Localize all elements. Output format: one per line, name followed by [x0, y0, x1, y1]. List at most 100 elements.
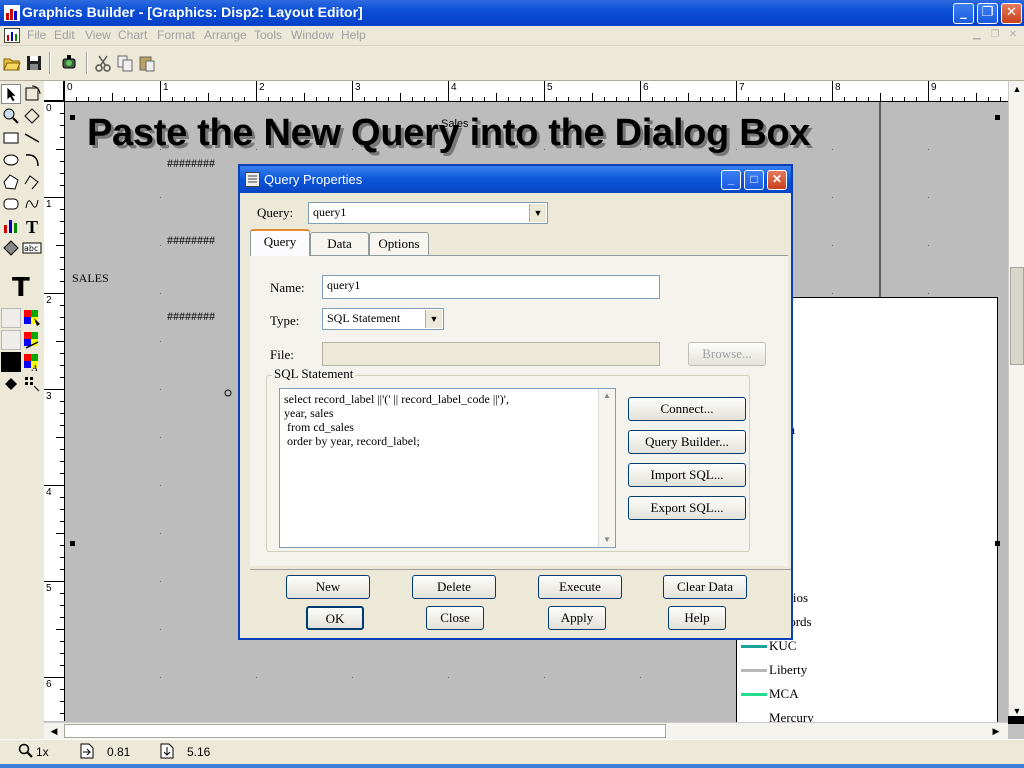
y-position-icon [160, 743, 174, 759]
menu-format[interactable]: Format [157, 28, 195, 42]
app-icon [4, 5, 20, 21]
hash-label: ######## [167, 156, 215, 170]
scroll-up-arrow[interactable]: ▲ [1009, 81, 1024, 97]
mdi-close-button[interactable]: ✕ [1006, 29, 1020, 41]
apply-button[interactable]: Apply [548, 606, 606, 630]
text-tool-icon[interactable]: T [22, 216, 42, 236]
minimize-button[interactable]: _ [953, 3, 974, 24]
name-input[interactable]: query1 [322, 275, 660, 299]
sql-textarea[interactable]: select record_label ||'(' || record_labe… [279, 388, 616, 548]
tab-options[interactable]: Options [369, 232, 429, 255]
horizontal-ruler: 0 1 2 3 4 5 6 7 8 9 [64, 81, 1008, 102]
tab-query[interactable]: Query [250, 229, 310, 256]
tab-data[interactable]: Data [310, 232, 369, 255]
paste-icon[interactable] [138, 54, 156, 72]
polyline-tool-icon[interactable] [22, 172, 42, 192]
scroll-left-arrow[interactable]: ◀ [46, 723, 62, 739]
slide-title[interactable]: Paste the New Query into the Dialog Box [87, 112, 810, 155]
chart-tool-icon[interactable] [1, 216, 21, 236]
import-sql-button[interactable]: Import SQL... [628, 463, 746, 487]
symbol-tool-icon[interactable] [1, 238, 21, 258]
pattern-grid-icon[interactable] [22, 374, 42, 394]
menu-arrange[interactable]: Arrange [204, 28, 247, 42]
export-sql-button[interactable]: Export SQL... [628, 496, 746, 520]
file-input[interactable] [322, 342, 660, 366]
arc-tool-icon[interactable] [22, 150, 42, 170]
connect-button[interactable]: Connect... [628, 397, 746, 421]
menu-window[interactable]: Window [291, 28, 334, 42]
hash-label: ######## [167, 309, 215, 323]
vertical-scroll-thumb[interactable] [1010, 267, 1024, 365]
zoom-level: 1x [36, 745, 49, 759]
ruler-label: 8 [835, 82, 841, 93]
rotate-tool-icon[interactable] [22, 84, 42, 104]
run-icon[interactable] [60, 54, 78, 72]
close-button[interactable]: ✕ [1001, 3, 1022, 24]
menu-help[interactable]: Help [341, 28, 366, 42]
scroll-up-arrow[interactable]: ▲ [599, 389, 615, 403]
selection-handle[interactable] [995, 541, 1000, 546]
menu-view[interactable]: View [85, 28, 111, 42]
vertical-scrollbar[interactable]: ▲ ▼ [1008, 81, 1024, 721]
reshape-tool-icon[interactable] [22, 106, 42, 126]
copy-icon[interactable] [116, 54, 134, 72]
grid-dot [832, 197, 833, 198]
menu-tools[interactable]: Tools [254, 28, 282, 42]
chevron-down-icon[interactable]: ▼ [529, 204, 546, 222]
scroll-right-arrow[interactable]: ▶ [988, 723, 1004, 739]
pattern-icon[interactable] [1, 374, 21, 394]
ok-button[interactable]: OK [306, 606, 364, 630]
font-tool-icon[interactable]: T [6, 271, 36, 301]
mdi-minimize-button[interactable]: ▁ [970, 29, 984, 41]
query-builder-button[interactable]: Query Builder... [628, 430, 746, 454]
dialog-close-button[interactable]: ✕ [767, 170, 787, 190]
help-button[interactable]: Help [668, 606, 726, 630]
mdi-restore-button[interactable]: ❐ [988, 29, 1002, 41]
horizontal-scroll-thumb[interactable] [64, 724, 666, 738]
line-tool-icon[interactable] [22, 128, 42, 148]
text-field-tool-icon[interactable]: abc [22, 238, 42, 258]
rounded-rect-tool-icon[interactable] [1, 194, 21, 214]
line-color-swatch[interactable] [1, 330, 21, 350]
menu-chart[interactable]: Chart [118, 28, 147, 42]
document-icon[interactable] [4, 28, 20, 43]
text-color-swatch[interactable] [1, 352, 21, 372]
browse-button[interactable]: Browse... [688, 342, 766, 366]
clear-data-button[interactable]: Clear Data [663, 575, 747, 599]
line-color-icon[interactable] [22, 330, 42, 350]
open-folder-icon[interactable] [3, 54, 21, 72]
freehand-tool-icon[interactable] [22, 194, 42, 214]
ruler-label: 4 [46, 487, 52, 498]
dialog-minimize-button[interactable]: _ [721, 170, 741, 190]
horizontal-scrollbar[interactable]: ◀ ▶ [44, 722, 1008, 740]
horizontal-ruler-ticks [64, 81, 1001, 101]
close-dialog-button[interactable]: Close [426, 606, 484, 630]
save-icon[interactable] [25, 54, 43, 72]
scroll-down-arrow[interactable]: ▼ [599, 533, 615, 547]
delete-button[interactable]: Delete [412, 575, 496, 599]
polygon-tool-icon[interactable] [1, 172, 21, 192]
fill-color-swatch[interactable] [1, 308, 21, 328]
rectangle-tool-icon[interactable] [1, 128, 21, 148]
legend-label: Liberty [769, 662, 808, 677]
cut-icon[interactable] [94, 54, 112, 72]
restore-button[interactable]: ❐ [977, 3, 998, 24]
ruler-label: 5 [547, 82, 553, 93]
ellipse-tool-icon[interactable] [1, 150, 21, 170]
new-button[interactable]: New [286, 575, 370, 599]
menu-file[interactable]: File [27, 28, 46, 42]
grid-dot [160, 629, 161, 630]
taskbar-strip [0, 764, 1024, 768]
chevron-down-icon[interactable]: ▼ [425, 310, 442, 328]
menu-edit[interactable]: Edit [54, 28, 75, 42]
sql-scrollbar[interactable]: ▲ ▼ [598, 389, 615, 547]
magnify-tool-icon[interactable] [1, 106, 21, 126]
execute-button[interactable]: Execute [538, 575, 622, 599]
fill-color-icon[interactable] [22, 308, 42, 328]
legend-item: Liberty [737, 658, 997, 682]
text-color-icon[interactable]: A [22, 352, 42, 372]
query-select[interactable]: query1 ▼ [308, 202, 548, 224]
select-tool-icon[interactable] [1, 84, 21, 104]
type-select[interactable]: SQL Statement ▼ [322, 308, 444, 330]
dialog-maximize-button[interactable]: □ [744, 170, 764, 190]
